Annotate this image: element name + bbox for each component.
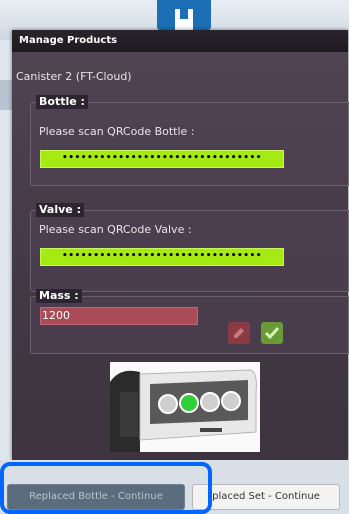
bottle-group: Bottle : Please scan QRCode Bottle : •••… [30,95,349,186]
replaced-set-continue-button[interactable]: placed Set - Continue [192,484,340,510]
bottle-legend: Bottle : [36,95,88,109]
dialog-title: Manage Products [12,30,348,52]
mass-group: Mass : 1200 [30,289,349,354]
mass-legend: Mass : [36,289,82,303]
focus-highlight [0,462,212,514]
valve-legend: Valve : [36,203,84,217]
canister-device-image [110,362,260,452]
home-tab[interactable] [157,0,211,30]
home-icon [175,9,193,30]
valve-qrcode-field[interactable]: •••••••••••••••••••••••••••••••• [40,248,284,266]
background-panel-edge [0,80,12,110]
confirm-mass-button[interactable] [261,322,283,344]
bottle-prompt: Please scan QRCode Bottle : [39,125,195,138]
pencil-icon [234,328,244,338]
valve-group: Valve : Please scan QRCode Valve : •••••… [30,203,349,292]
canister-label: Canister 2 (FT-Cloud) [16,70,132,83]
mass-input[interactable]: 1200 [40,307,198,325]
checkmark-icon [264,327,280,340]
edit-mass-button[interactable] [228,322,250,344]
valve-prompt: Please scan QRCode Valve : [39,223,192,236]
bottle-qrcode-field[interactable]: •••••••••••••••••••••••••••••••• [40,150,284,168]
